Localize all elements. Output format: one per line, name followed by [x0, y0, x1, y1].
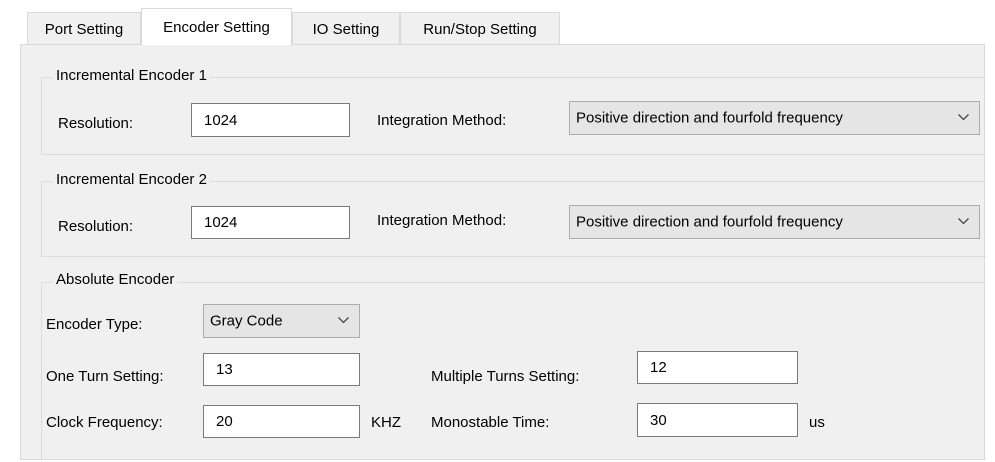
tab-label: Port Setting [44, 20, 124, 38]
resolution-label: Resolution: [58, 218, 134, 235]
monostable-time-unit: us [809, 414, 825, 431]
resolution-input[interactable] [191, 206, 350, 239]
tab-label: Run/Stop Setting [423, 20, 537, 38]
group-title: Incremental Encoder 2 [53, 171, 210, 188]
tab-io-setting[interactable]: IO Setting [292, 12, 400, 45]
tab-label: Encoder Setting [163, 18, 270, 36]
multiple-turns-setting-label: Multiple Turns Setting: [431, 368, 580, 385]
group-title: Incremental Encoder 1 [53, 67, 210, 84]
monostable-time-input[interactable] [637, 403, 798, 437]
one-turn-setting-input[interactable] [203, 353, 360, 386]
integration-method-label: Integration Method: [377, 112, 507, 129]
resolution-label: Resolution: [58, 115, 134, 132]
monostable-time-label: Monostable Time: [431, 414, 550, 431]
chevron-down-icon [958, 114, 969, 121]
tab-encoder-setting[interactable]: Encoder Setting [141, 8, 292, 45]
clock-frequency-input[interactable] [203, 405, 360, 438]
integration-method-select[interactable]: Positive direction and fourfold frequenc… [569, 205, 980, 239]
combo-value: Gray Code [210, 312, 283, 330]
integration-method-label: Integration Method: [377, 212, 507, 229]
encoder-type-label: Encoder Type: [46, 316, 143, 333]
resolution-input[interactable] [191, 103, 350, 137]
one-turn-setting-label: One Turn Setting: [46, 368, 164, 385]
clock-frequency-unit: KHZ [371, 414, 401, 431]
integration-method-select[interactable]: Positive direction and fourfold frequenc… [569, 101, 980, 135]
group-title: Absolute Encoder [53, 271, 178, 288]
tab-label: IO Setting [312, 20, 380, 38]
chevron-down-icon [338, 317, 349, 324]
tab-run-stop-setting[interactable]: Run/Stop Setting [400, 12, 560, 45]
tab-port-setting[interactable]: Port Setting [27, 12, 141, 45]
chevron-down-icon [958, 218, 969, 225]
combo-value: Positive direction and fourfold frequenc… [576, 109, 843, 127]
encoder-type-select[interactable]: Gray Code [203, 304, 360, 338]
combo-value: Positive direction and fourfold frequenc… [576, 213, 843, 231]
tab-panel: Incremental Encoder 1 Resolution: Integr… [20, 44, 986, 460]
clock-frequency-label: Clock Frequency: [46, 414, 163, 431]
multiple-turns-setting-input[interactable] [637, 351, 798, 384]
